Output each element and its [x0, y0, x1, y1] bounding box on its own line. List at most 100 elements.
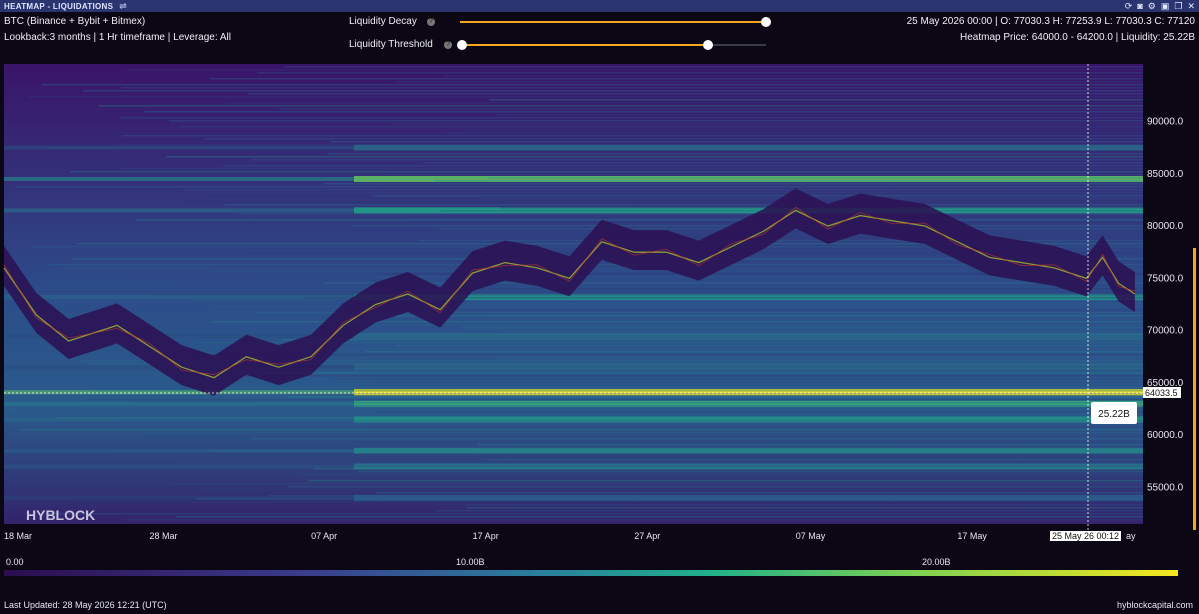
- heatmap-row: [486, 459, 1143, 461]
- heatmap-row: [368, 426, 1143, 428]
- heatmap-row: [49, 147, 1144, 149]
- heatmap-row: [198, 375, 1143, 377]
- heatmap-row: [372, 195, 1143, 197]
- heatmap-row: [17, 408, 1143, 410]
- last-updated: Last Updated: 28 May 2026 12:21 (UTC): [4, 600, 167, 610]
- heatmap-row: [257, 72, 1144, 74]
- heatmap-row: [182, 189, 1143, 191]
- heatmap-row: [56, 417, 1144, 419]
- heatmap-row: [41, 336, 1143, 338]
- heatmap-row: [115, 420, 1144, 422]
- heatmap-row: [136, 219, 1144, 221]
- heatmap-row: [324, 183, 1143, 185]
- heatmap-row: [169, 120, 1143, 122]
- heatmap-row: [453, 309, 1143, 311]
- heatmap-svg[interactable]: 90000.085000.080000.075000.070000.065000…: [0, 64, 1199, 530]
- heatmap-row: [435, 510, 1143, 512]
- heatmap-row: [196, 498, 1144, 500]
- heatmap-row: [204, 138, 1144, 140]
- copy-icon[interactable]: ❐: [1174, 0, 1182, 12]
- x-axis: 25 May 26 00:12 ay 18 Mar 28 Mar 07 Apr 17 …: [0, 530, 1199, 544]
- heatmap-row: [375, 492, 1143, 494]
- heatmap-row: [308, 480, 1143, 482]
- heatmap-row: [69, 171, 1144, 173]
- window-title: HEATMAP - LIQUIDATIONS: [4, 1, 114, 11]
- heatmap-row: [247, 93, 1144, 95]
- titlebar-actions: ⟳ ◙ ⚙ ▣ ❐ ✕: [1125, 0, 1195, 12]
- heatmap-row: [332, 378, 1143, 380]
- help-icon-decay[interactable]: ?: [427, 18, 435, 26]
- heatmap-row: [125, 69, 1144, 71]
- heatmap-row: [179, 126, 1144, 128]
- camera-icon[interactable]: ◙: [1137, 0, 1142, 12]
- heatmap-row: [180, 462, 1143, 464]
- x-tick-label: 17 Apr: [472, 531, 499, 541]
- heatmap-row: [223, 165, 1144, 167]
- liquidity-decay-label: Liquidity Decay: [349, 16, 417, 27]
- crosshair-price-tag: 64033.5: [1143, 386, 1181, 398]
- heatmap-row: [18, 429, 1144, 431]
- heatmap-row: [488, 99, 1143, 101]
- heatmap-row: [267, 366, 1144, 368]
- heatmap-row: [122, 168, 1144, 170]
- heatmap-row: [443, 75, 1144, 77]
- threshold-max-knob[interactable]: [703, 40, 714, 50]
- heatmap-row: [461, 327, 1143, 329]
- heatmap-row: [467, 129, 1143, 131]
- threshold-min-knob[interactable]: [457, 40, 467, 50]
- heatmap-row: [122, 135, 1144, 137]
- settings-sliders-icon[interactable]: ⇌: [119, 1, 127, 12]
- legend-mid: 10.00B: [456, 557, 485, 567]
- liquidity-band: [4, 208, 354, 213]
- heatmap-row: [373, 381, 1143, 383]
- heatmap-row: [395, 345, 1143, 347]
- heatmap-row: [281, 339, 1143, 341]
- liquidity-threshold-label: Liquidity Threshold: [349, 39, 433, 50]
- close-icon[interactable]: ✕: [1187, 0, 1195, 12]
- heatmap-row: [434, 180, 1143, 182]
- heatmap-row: [176, 516, 1143, 518]
- heatmap-row: [74, 501, 1143, 503]
- heatmap-row: [125, 519, 1144, 521]
- help-icon-threshold[interactable]: ?: [444, 41, 452, 49]
- heatmap-row: [280, 414, 1143, 416]
- heatmap-row: [238, 213, 1143, 215]
- lookback-label: Lookback:3 months | 1 Hr timeframe | Lev…: [4, 32, 231, 43]
- heatmap-row: [47, 513, 1143, 515]
- heatmap-row: [287, 486, 1143, 488]
- heatmap-row: [487, 318, 1143, 320]
- heatmap-row: [82, 90, 1143, 92]
- heatmap-row: [465, 504, 1143, 506]
- x-tick-label: 18 Mar: [4, 531, 33, 541]
- info-bar: BTC (Binance + Bybit + Bitmex) Lookback:…: [0, 12, 1199, 64]
- gear-icon[interactable]: ⚙: [1148, 0, 1156, 12]
- heatmap-row: [342, 315, 1143, 317]
- window-titlebar: HEATMAP - LIQUIDATIONS ⇌ ⟳ ◙ ⚙ ▣ ❐ ✕: [0, 0, 1199, 12]
- heatmap-row: [498, 330, 1143, 332]
- heatmap-row: [251, 159, 1144, 161]
- heatmap-row: [446, 132, 1143, 134]
- site-link[interactable]: hyblockcapital.com: [1117, 600, 1193, 610]
- refresh-icon[interactable]: ⟳: [1125, 0, 1133, 12]
- heatmap-row: [317, 441, 1143, 443]
- x-tick-label: 07 Apr: [311, 531, 338, 541]
- heatmap-chart[interactable]: 90000.0 85000.0 80000.0 75000.0 70000.0 65000…: [0, 64, 1199, 530]
- heatmap-row: [29, 96, 1144, 98]
- exchange-label: BTC (Binance + Bybit + Bitmex): [4, 16, 146, 27]
- decay-knob[interactable]: [761, 17, 771, 27]
- heatmap-row: [85, 399, 1144, 401]
- heatmap-row: [288, 396, 1143, 398]
- heatmap-row: [390, 123, 1143, 125]
- heatmap-row: [364, 351, 1143, 353]
- heatmap-row: [115, 144, 1144, 146]
- x-tick-clipped: ay: [1126, 531, 1136, 541]
- heatmap-row: [423, 162, 1144, 164]
- heatmap-row: [93, 390, 1143, 392]
- save-icon[interactable]: ▣: [1161, 0, 1170, 12]
- heatmap-row: [210, 150, 1144, 152]
- heatmap-row: [374, 411, 1143, 413]
- right-scroll-bar[interactable]: [1193, 248, 1196, 530]
- x-tick-label: 07 May: [795, 531, 826, 541]
- ohlc-readout: 25 May 2026 00:00 | O: 77030.3 H: 77253.…: [906, 16, 1195, 27]
- heatmap-row: [38, 291, 1144, 293]
